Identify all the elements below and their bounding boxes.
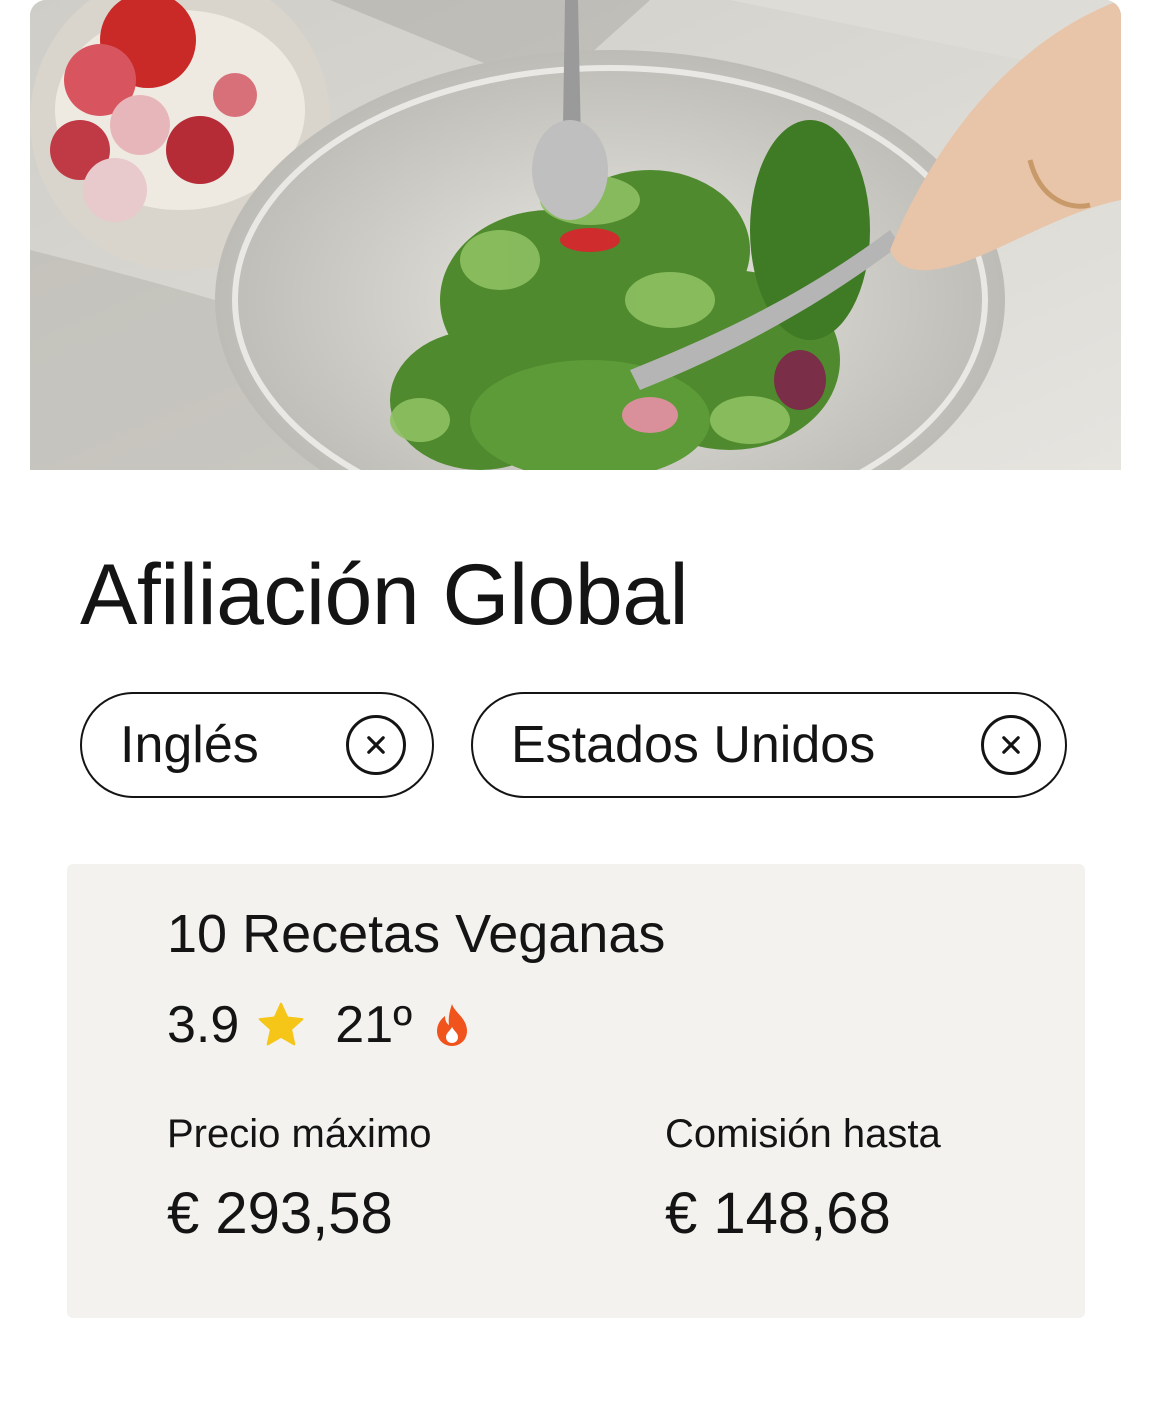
salad-photo bbox=[30, 0, 1121, 470]
filter-chip-label: Inglés bbox=[120, 716, 259, 774]
rating-value: 3.9 bbox=[167, 996, 240, 1054]
product-card[interactable]: 10 Recetas Veganas 3.9 21º Precio máximo… bbox=[67, 864, 1085, 1318]
close-icon[interactable] bbox=[981, 715, 1041, 775]
product-name[interactable]: 10 Recetas Veganas bbox=[167, 902, 665, 966]
filter-chip-language[interactable]: Inglés bbox=[80, 692, 434, 798]
rating-row: 3.9 21º bbox=[167, 990, 470, 1060]
rank-value: 21º bbox=[335, 996, 413, 1054]
filter-chip-country[interactable]: Estados Unidos bbox=[471, 692, 1067, 798]
commission-label: Comisión hasta bbox=[665, 1112, 941, 1156]
star-icon bbox=[258, 1002, 304, 1046]
close-icon[interactable] bbox=[346, 715, 406, 775]
max-price-label: Precio máximo bbox=[167, 1112, 432, 1156]
filter-chip-label: Estados Unidos bbox=[511, 716, 876, 774]
max-price-value: € 293,58 bbox=[167, 1181, 393, 1246]
commission-value: € 148,68 bbox=[665, 1181, 891, 1246]
fire-icon bbox=[437, 1004, 468, 1046]
hero-image bbox=[30, 0, 1121, 470]
page-title: Afiliación Global bbox=[80, 547, 689, 643]
